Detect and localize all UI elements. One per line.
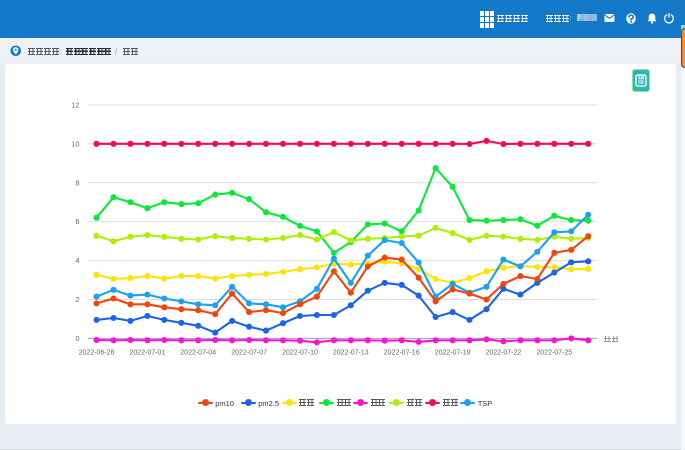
svg-text:2022-07-16: 2022-07-16 <box>384 350 420 357</box>
svg-text:12: 12 <box>71 101 79 110</box>
svg-text:4: 4 <box>75 256 79 265</box>
svg-text:2022-07-13: 2022-07-13 <box>333 350 369 357</box>
svg-text:2022-07-01: 2022-07-01 <box>129 350 165 357</box>
svg-text:2022-07-04: 2022-07-04 <box>180 350 216 357</box>
svg-text:2022-07-25: 2022-07-25 <box>536 350 572 357</box>
svg-text:2022-06-28: 2022-06-28 <box>79 350 115 357</box>
svg-text:6: 6 <box>75 217 79 226</box>
svg-text:8: 8 <box>75 178 79 187</box>
svg-text:2022-07-19: 2022-07-19 <box>435 350 471 357</box>
svg-text:2022-07-07: 2022-07-07 <box>231 350 267 357</box>
svg-text:10: 10 <box>71 139 79 148</box>
svg-text:2022-07-22: 2022-07-22 <box>485 350 521 357</box>
svg-text:2: 2 <box>75 295 79 304</box>
svg-text:2022-07-10: 2022-07-10 <box>282 350 318 357</box>
svg-text:0: 0 <box>75 334 79 343</box>
